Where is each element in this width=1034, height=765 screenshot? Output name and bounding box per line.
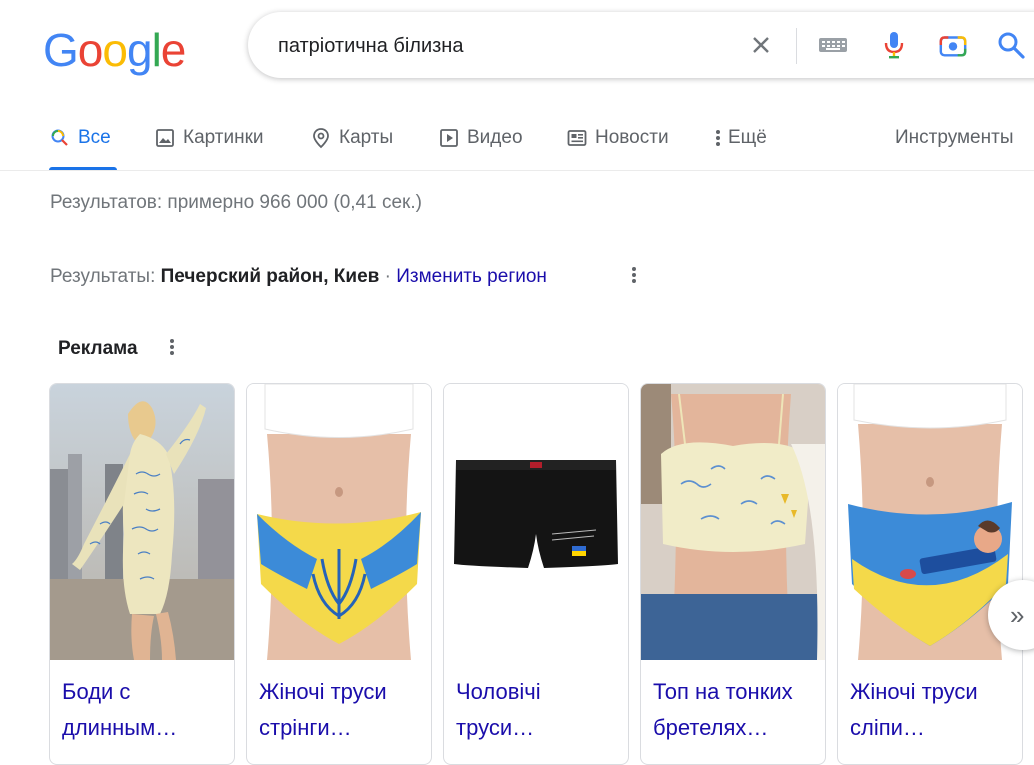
product-title[interactable]: Жіночі труси стрінги… bbox=[259, 674, 424, 746]
chevron-right-icon: » bbox=[1010, 599, 1025, 630]
logo-letter: l bbox=[151, 24, 162, 76]
play-icon bbox=[440, 129, 458, 147]
tab-label: Картинки bbox=[183, 127, 264, 148]
close-icon[interactable] bbox=[746, 30, 776, 60]
map-pin-icon bbox=[313, 128, 329, 149]
mic-icon[interactable] bbox=[879, 30, 909, 60]
tab-label: Ещё bbox=[728, 127, 767, 148]
product-image bbox=[444, 384, 628, 660]
product-title[interactable]: Чоловічі труси… bbox=[456, 674, 621, 746]
search-tabs: Все Картинки Карты Видео Новости Ещё Инс… bbox=[0, 112, 1034, 170]
tab-images[interactable]: Картинки bbox=[155, 124, 264, 152]
product-title[interactable]: Топ на тонких бретелях… bbox=[653, 674, 818, 746]
product-title[interactable]: Боди с длинным… bbox=[62, 674, 227, 746]
search-input[interactable] bbox=[278, 32, 718, 60]
region-location: Печерский район, Киев bbox=[160, 266, 380, 287]
logo-letter: g bbox=[126, 24, 153, 76]
product-card[interactable]: Жіночі труси стрінги… bbox=[246, 383, 432, 765]
ads-label: Реклама bbox=[58, 338, 138, 359]
region-line: Результаты: Печерский район, Киев · Изме… bbox=[50, 266, 547, 288]
tools-button[interactable]: Инструменты bbox=[895, 124, 1013, 152]
product-card[interactable]: Топ на тонких бретелях… bbox=[640, 383, 826, 765]
product-title[interactable]: Жіночі труси сліпи… bbox=[850, 674, 1015, 746]
tabs-divider bbox=[0, 170, 1034, 171]
tab-label: Видео bbox=[467, 127, 523, 148]
news-icon bbox=[567, 130, 587, 146]
tab-all[interactable]: Все bbox=[50, 124, 111, 152]
tab-video[interactable]: Видео bbox=[439, 124, 523, 152]
logo-letter: e bbox=[160, 24, 187, 76]
product-card[interactable]: Боди с длинным… bbox=[49, 383, 235, 765]
tab-label: Новости bbox=[595, 127, 669, 148]
tab-label: Все bbox=[78, 127, 111, 148]
more-vert-icon bbox=[716, 130, 720, 146]
product-image bbox=[50, 384, 234, 660]
image-icon bbox=[156, 129, 174, 147]
logo-letter: o bbox=[77, 24, 104, 76]
search-icon[interactable] bbox=[996, 30, 1026, 60]
search-divider bbox=[796, 28, 797, 64]
tools-label: Инструменты bbox=[895, 127, 1014, 148]
logo-letter: G bbox=[43, 24, 79, 76]
search-icon bbox=[51, 129, 68, 146]
region-prefix: Результаты: bbox=[50, 266, 161, 287]
product-card[interactable]: Чоловічі труси… bbox=[443, 383, 629, 765]
region-more-icon[interactable] bbox=[624, 264, 644, 288]
keyboard-icon[interactable] bbox=[818, 30, 848, 60]
tab-label: Карты bbox=[339, 127, 394, 148]
camera-icon[interactable] bbox=[938, 30, 968, 60]
tab-news[interactable]: Новости bbox=[567, 124, 669, 152]
product-card[interactable]: Жіночі труси сліпи… bbox=[837, 383, 1023, 765]
product-image bbox=[641, 384, 825, 660]
tab-more[interactable]: Ещё bbox=[712, 124, 767, 152]
search-box bbox=[248, 12, 1034, 78]
result-stats: Результатов: примерно 966 000 (0,41 сек.… bbox=[50, 192, 422, 213]
logo-letter: o bbox=[102, 24, 128, 76]
ads-more-icon[interactable] bbox=[162, 336, 182, 360]
region-separator: · bbox=[379, 266, 397, 287]
product-image bbox=[247, 384, 431, 660]
tab-maps[interactable]: Карты bbox=[311, 124, 393, 152]
google-logo[interactable]: Google bbox=[43, 23, 187, 76]
change-region-link[interactable]: Изменить регион bbox=[396, 266, 547, 287]
